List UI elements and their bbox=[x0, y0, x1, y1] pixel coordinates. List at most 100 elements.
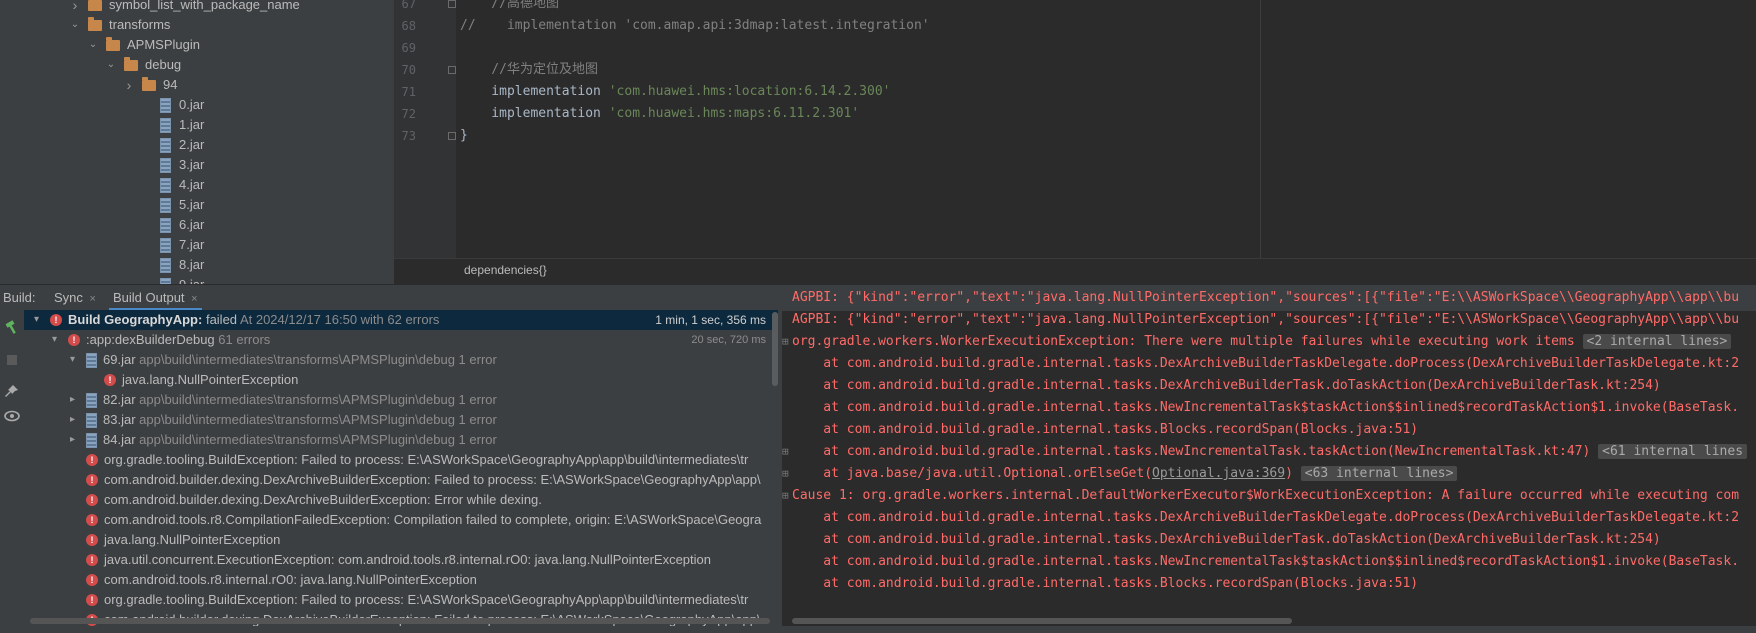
tab-sync[interactable]: Sync × bbox=[54, 285, 96, 311]
build-tree-row[interactable]: ▸ 82.jar app\build\intermediates\transfor… bbox=[24, 390, 778, 410]
build-tree-row[interactable]: ▸ 84.jar app\build\intermediates\transfor… bbox=[24, 430, 778, 450]
tab-build-output-close-icon[interactable]: × bbox=[191, 293, 197, 305]
tab-sync-close-icon[interactable]: × bbox=[90, 293, 96, 305]
internal-lines-chip[interactable]: <63 internal lines> bbox=[1300, 466, 1458, 481]
tree-node-label: 1.jar bbox=[179, 117, 205, 132]
error-icon: ! bbox=[86, 474, 98, 486]
console-line[interactable]: at com.android.build.gradle.internal.tas… bbox=[782, 375, 1756, 397]
chevron-down-icon[interactable]: ⌄ bbox=[104, 58, 118, 72]
console-line[interactable]: at com.android.build.gradle.internal.tas… bbox=[782, 507, 1756, 529]
internal-lines-chip[interactable]: <61 internal lines bbox=[1598, 444, 1748, 459]
build-tree-row[interactable]: ! java.lang.NullPointerException bbox=[24, 370, 778, 390]
tree-node[interactable]: 4.jar bbox=[140, 175, 204, 195]
tree-node[interactable]: › 94 bbox=[122, 75, 177, 95]
code-editor[interactable] bbox=[456, 0, 1756, 258]
build-tree-row[interactable]: ! com.android.builder.dexing.DexArchiveBu… bbox=[24, 490, 778, 510]
code-line[interactable]: // implementation 'com.amap.api:3dmap:la… bbox=[460, 15, 930, 37]
jar-icon bbox=[160, 217, 171, 233]
tree-node[interactable]: 9.jar bbox=[140, 275, 204, 284]
tree-node[interactable]: 0.jar bbox=[140, 95, 204, 115]
tree-node[interactable]: ⌄ APMSPlugin bbox=[86, 35, 200, 55]
hammer-icon[interactable] bbox=[4, 319, 20, 335]
pin-icon[interactable] bbox=[4, 383, 20, 399]
console-line[interactable]: AGPBI: {"kind":"error","text":"java.lang… bbox=[782, 309, 1756, 331]
console-line[interactable]: at com.android.build.gradle.internal.tas… bbox=[782, 529, 1756, 551]
chevron-down-icon[interactable]: ⌄ bbox=[86, 38, 100, 52]
chevron-down-icon[interactable]: ▾ bbox=[34, 310, 44, 330]
build-tree-row[interactable]: ▾!:app:dexBuilderDebug 61 errors 20 sec, … bbox=[24, 330, 778, 350]
chevron-right-icon[interactable]: › bbox=[68, 0, 82, 13]
internal-lines-chip[interactable]: <2 internal lines> bbox=[1582, 334, 1732, 349]
code-line[interactable]: implementation 'com.huawei.hms:maps:6.11… bbox=[460, 103, 859, 125]
code-line[interactable]: implementation 'com.huawei.hms:location:… bbox=[460, 81, 890, 103]
tree-node[interactable]: 5.jar bbox=[140, 195, 204, 215]
tree-node-label: 94 bbox=[163, 77, 178, 92]
tree-node[interactable]: 2.jar bbox=[140, 135, 204, 155]
build-tree-row[interactable]: ! java.lang.NullPointerException bbox=[24, 530, 778, 550]
build-tree-row-detail: app\build\intermediates\transforms\APMSP… bbox=[135, 412, 497, 427]
chevron-right-icon[interactable]: › bbox=[122, 77, 136, 93]
tree-node[interactable]: ⌄ debug bbox=[104, 55, 181, 75]
tree-node[interactable]: 8.jar bbox=[140, 255, 204, 275]
console-line[interactable]: ⊞ at java.base/java.util.Optional.orElse… bbox=[782, 463, 1756, 485]
console-line[interactable]: at com.android.build.gradle.internal.tas… bbox=[782, 573, 1756, 595]
build-tree-row[interactable]: ! com.android.tools.r8.CompilationFailedE… bbox=[24, 510, 778, 530]
tree-node[interactable]: 3.jar bbox=[140, 155, 204, 175]
console-line[interactable]: AGPBI: {"kind":"error","text":"java.lang… bbox=[782, 287, 1756, 309]
chevron-right-icon[interactable]: ▸ bbox=[70, 410, 80, 430]
fold-marker-icon[interactable] bbox=[448, 132, 456, 140]
tree-node[interactable]: › symbol_list_with_package_name bbox=[68, 0, 300, 15]
source-link[interactable]: Optional.java:369 bbox=[1152, 466, 1285, 481]
build-tree-row[interactable]: ▸ 83.jar app\build\intermediates\transfor… bbox=[24, 410, 778, 430]
tree-node[interactable]: ⌄ transforms bbox=[68, 15, 170, 35]
build-tree-row[interactable]: ! org.gradle.tooling.BuildException: Fail… bbox=[24, 450, 778, 470]
tree-node[interactable]: 7.jar bbox=[140, 235, 204, 255]
expand-icon[interactable]: ⊞ bbox=[782, 485, 792, 507]
build-tree-row-text: com.android.builder.dexing.DexArchiveBui… bbox=[104, 472, 761, 487]
eye-icon[interactable] bbox=[3, 409, 21, 423]
console-line[interactable]: at com.android.build.gradle.internal.tas… bbox=[782, 419, 1756, 441]
tree-node[interactable]: 1.jar bbox=[140, 115, 204, 135]
build-tree-row-label: com.android.tools.r8.internal.rO0: java.… bbox=[104, 570, 477, 590]
console-line[interactable]: at com.android.build.gradle.internal.tas… bbox=[782, 397, 1756, 419]
console-line[interactable]: ⊞ Cause 1: org.gradle.workers.internal.De… bbox=[782, 485, 1756, 507]
tree-node[interactable]: 6.jar bbox=[140, 215, 204, 235]
build-tree-row-label: :app:dexBuilderDebug 61 errors bbox=[86, 330, 270, 350]
build-tree-row[interactable]: ! org.gradle.tooling.BuildException: Fail… bbox=[24, 590, 778, 610]
console-line[interactable]: at com.android.build.gradle.internal.tas… bbox=[782, 551, 1756, 573]
build-tree-horizontal-scrollbar[interactable] bbox=[30, 618, 770, 624]
expand-icon[interactable]: ⊞ bbox=[782, 463, 792, 485]
console-line[interactable]: at com.android.build.gradle.internal.tas… bbox=[782, 353, 1756, 375]
chevron-down-icon[interactable]: ▾ bbox=[52, 330, 62, 350]
fold-marker-icon[interactable] bbox=[448, 0, 456, 8]
code-line[interactable]: } bbox=[460, 125, 468, 147]
code-line[interactable]: //高德地图 bbox=[460, 0, 559, 15]
console-line[interactable]: ⊞ org.gradle.workers.WorkerExecutionExcep… bbox=[782, 331, 1756, 353]
error-icon: ! bbox=[104, 374, 116, 386]
expand-icon[interactable]: ⊞ bbox=[782, 331, 792, 353]
build-tree-row-label: com.android.builder.dexing.DexArchiveBui… bbox=[104, 490, 542, 510]
build-tree-row[interactable]: ▾ 69.jar app\build\intermediates\transfor… bbox=[24, 350, 778, 370]
expand-icon[interactable]: ⊞ bbox=[782, 441, 792, 463]
line-number: 67 bbox=[401, 0, 416, 11]
console-horizontal-scrollbar[interactable] bbox=[792, 618, 1292, 624]
chevron-right-icon[interactable]: ▸ bbox=[70, 430, 80, 450]
breadcrumb-item[interactable]: dependencies{} bbox=[464, 263, 547, 277]
fold-marker-icon[interactable] bbox=[448, 66, 456, 74]
chevron-down-icon[interactable]: ▾ bbox=[70, 350, 80, 370]
build-tree-row[interactable]: ▾! Build GeographyApp: failed At 2024/12/… bbox=[24, 310, 778, 330]
code-token: implementation bbox=[460, 106, 609, 121]
build-tree-row[interactable]: ! com.android.builder.dexing.DexArchiveBu… bbox=[24, 470, 778, 490]
build-title: Build GeographyApp: bbox=[68, 312, 203, 327]
tree-node-label: 7.jar bbox=[179, 237, 205, 252]
console-line[interactable]: ⊞ at com.android.build.gradle.internal.t… bbox=[782, 441, 1756, 463]
build-tree-row[interactable]: ! com.android.tools.r8.internal.rO0: java… bbox=[24, 570, 778, 590]
error-icon: ! bbox=[86, 554, 98, 566]
breadcrumb[interactable]: dependencies{} bbox=[394, 258, 1756, 285]
chevron-down-icon[interactable]: ⌄ bbox=[68, 18, 82, 32]
code-line[interactable]: //华为定位及地图 bbox=[460, 59, 598, 81]
build-tree-row[interactable]: ! java.util.concurrent.ExecutionException… bbox=[24, 550, 778, 570]
tab-build-output[interactable]: Build Output × bbox=[109, 285, 202, 311]
stop-icon[interactable] bbox=[5, 353, 19, 367]
chevron-right-icon[interactable]: ▸ bbox=[70, 390, 80, 410]
